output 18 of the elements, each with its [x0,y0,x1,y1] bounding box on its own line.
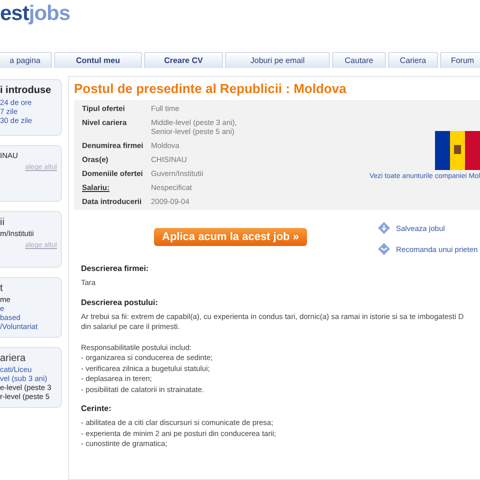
nav-tab[interactable]: Contul meu [54,52,142,68]
panel-title: ariera [0,353,27,364]
panel-title: i introduse [0,85,52,96]
job-title: Postul de presedinte al Republicii : Moldova [74,81,348,96]
nav-tab[interactable]: a pagina [0,52,52,68]
logo[interactable]: estjobs [0,0,70,28]
nav-tab[interactable]: Joburi pe email [225,52,330,68]
section-heading: Descrierea firmei: [81,264,150,273]
panel-title: ii [0,217,6,228]
section-heading: Descrierea postului: [81,298,159,306]
save-icon [378,222,390,234]
nav-tab[interactable]: Creare CV [144,52,223,68]
nav-tab[interactable]: Forum [440,52,480,68]
panel-title: t [0,283,4,294]
section-heading: Cerinte: [81,404,112,413]
flag-icon [435,130,480,170]
nav-tab[interactable]: Cautare [332,52,386,68]
nav-tab[interactable]: Cariera [388,52,438,68]
